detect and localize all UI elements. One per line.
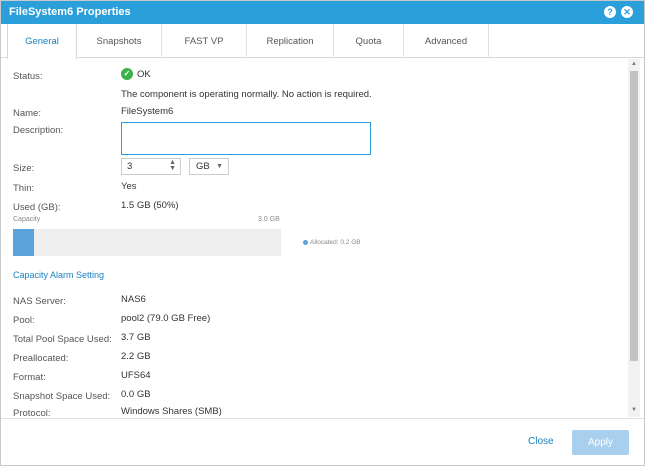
general-panel: Status: ✓ OK The component is operating …: [1, 59, 627, 417]
allocated-legend-dot: [303, 240, 308, 245]
pool-label: Pool:: [13, 315, 35, 326]
scroll-down-icon[interactable]: ▼: [628, 407, 640, 413]
nas-server-label: NAS Server:: [13, 296, 66, 307]
tab-advanced[interactable]: Advanced: [404, 24, 489, 58]
check-circle-icon: ✓: [121, 68, 133, 80]
thin-label: Thin:: [13, 183, 35, 194]
chevron-down-icon: ▼: [216, 163, 223, 170]
total-pool-value: 3.7 GB: [121, 332, 151, 343]
tab-snapshots[interactable]: Snapshots: [77, 24, 162, 58]
protocol-label: Protocol:: [13, 408, 51, 417]
nas-server-value: NAS6: [121, 294, 146, 305]
preallocated-label: Preallocated:: [13, 353, 69, 364]
tab-quota[interactable]: Quota: [334, 24, 404, 58]
tab-replication[interactable]: Replication: [247, 24, 334, 58]
format-value: UFS64: [121, 370, 151, 381]
help-icon[interactable]: ?: [604, 6, 616, 18]
vertical-scrollbar[interactable]: ▲ ▼: [628, 59, 640, 417]
protocol-value: Windows Shares (SMB): [121, 406, 222, 417]
status-value: OK: [137, 69, 151, 80]
snapshot-space-value: 0.0 GB: [121, 389, 151, 400]
size-unit-value: GB: [196, 161, 210, 172]
close-button[interactable]: Close: [528, 436, 554, 447]
tab-bar: General Snapshots FAST VP Replication Qu…: [1, 24, 644, 59]
capacity-allocated-fill: [13, 229, 34, 256]
size-value: 3: [127, 161, 133, 172]
description-label: Description:: [13, 125, 64, 136]
title-bar: FileSystem6 Properties ? ✕: [1, 1, 644, 24]
properties-dialog: FileSystem6 Properties ? ✕ General Snaps…: [0, 0, 645, 466]
used-value: 1.5 GB (50%): [121, 200, 179, 211]
pool-value: pool2 (79.0 GB Free): [121, 313, 211, 324]
used-label: Used (GB):: [13, 202, 61, 213]
scroll-thumb[interactable]: [630, 71, 638, 361]
tab-fast-vp[interactable]: FAST VP: [162, 24, 247, 58]
preallocated-value: 2.2 GB: [121, 351, 151, 362]
dialog-title: FileSystem6 Properties: [9, 6, 131, 18]
status-label: Status:: [13, 71, 43, 82]
name-value: FileSystem6: [121, 106, 174, 117]
size-unit-select[interactable]: GB ▼: [189, 158, 229, 175]
size-label: Size:: [13, 163, 35, 174]
description-input[interactable]: [121, 122, 371, 155]
capacity-label: Capacity: [13, 216, 41, 223]
format-label: Format:: [13, 372, 46, 383]
status-message: The component is operating normally. No …: [121, 89, 372, 100]
scroll-up-icon[interactable]: ▲: [628, 61, 640, 67]
stepper-arrows-icon[interactable]: ▲ ▼: [169, 159, 176, 172]
capacity-alarm-link[interactable]: Capacity Alarm Setting: [13, 270, 104, 280]
allocated-legend: Allocated: 0.2 GB: [310, 239, 361, 246]
total-pool-label: Total Pool Space Used:: [13, 334, 112, 345]
close-icon[interactable]: ✕: [621, 6, 633, 18]
tab-general[interactable]: General: [7, 24, 77, 59]
dialog-footer: Close Apply: [1, 418, 644, 465]
capacity-bar: [13, 229, 281, 256]
size-stepper[interactable]: 3 ▲ ▼: [121, 158, 181, 175]
capacity-total: 3.0 GB: [258, 216, 280, 223]
name-label: Name:: [13, 108, 41, 119]
thin-value: Yes: [121, 181, 137, 192]
apply-button[interactable]: Apply: [572, 430, 629, 455]
snapshot-space-label: Snapshot Space Used:: [13, 391, 111, 402]
